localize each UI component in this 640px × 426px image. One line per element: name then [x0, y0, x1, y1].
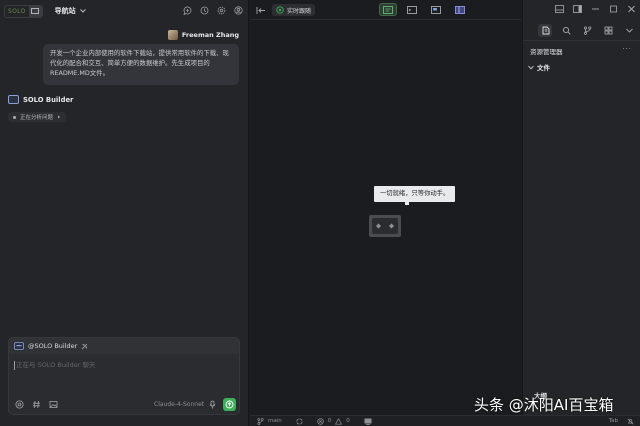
preview-panel: 实时跟随 一切就绪，只等你动手。: [250, 0, 521, 415]
more-actions-button[interactable]: ···: [622, 45, 632, 53]
error-count: 0: [327, 418, 332, 424]
watermark: 头条 @沐阳AI百宝箱: [474, 396, 614, 414]
project-title[interactable]: 导航站: [55, 6, 76, 16]
notification-panel-icon[interactable]: [364, 418, 372, 425]
collapse-sidebar-icon[interactable]: [256, 5, 266, 15]
layout-side-icon[interactable]: [573, 4, 582, 14]
status-dot-icon: [13, 115, 16, 119]
files-section-header[interactable]: 文件: [528, 62, 550, 72]
solo-builder-icon: [14, 342, 24, 350]
branch-icon: [257, 417, 264, 425]
chat-input[interactable]: 正在与 SOLO Builder 聊天: [14, 361, 234, 370]
at-mention-icon[interactable]: [15, 400, 24, 409]
chat-panel: SOLO 导航站 Freeman Zhang 开发一个企业内部使用的软件下载站，…: [0, 0, 249, 426]
status-bar: main 0 0 Tab: [250, 415, 640, 426]
tab-browser-view[interactable]: [427, 3, 445, 16]
caret-icon: [57, 115, 61, 119]
explorer-panel: 资源管理器 ··· 文件 大纲: [522, 0, 640, 415]
microphone-icon[interactable]: [208, 400, 217, 409]
model-selector[interactable]: Claude-4-Sonnet: [154, 401, 204, 408]
sync-icon[interactable]: [296, 418, 303, 425]
tooltip-tail: [405, 202, 409, 205]
divider: [523, 40, 640, 41]
solo-badge-label: SOLO: [8, 7, 26, 15]
live-follow-label: 实时跟随: [287, 7, 312, 15]
user-name: Freeman Zhang: [181, 31, 239, 39]
image-upload-icon[interactable]: [49, 400, 58, 409]
composer-tools: [15, 400, 58, 409]
chat-toolbar: SOLO 导航站: [0, 0, 249, 22]
layout-bottom-icon[interactable]: [555, 4, 564, 14]
indent-setting[interactable]: Tab: [609, 418, 618, 424]
hashtag-icon[interactable]: [32, 400, 41, 409]
chat-composer: @SOLO Builder 正在与 SOLO Builder 聊天 Claude…: [8, 337, 240, 415]
warning-count: 0: [346, 418, 350, 424]
new-chat-icon[interactable]: [182, 5, 192, 15]
tab-editor-view[interactable]: [379, 3, 397, 16]
status-text: 正在分析问题: [20, 115, 54, 121]
chat-toolbar-actions: [182, 5, 243, 15]
tab-docs-view[interactable]: [451, 3, 469, 16]
robot-icon: [368, 212, 402, 240]
target-icon: [276, 6, 284, 14]
error-icon[interactable]: [317, 417, 324, 425]
avatar: [167, 30, 178, 40]
warning-icon[interactable]: [335, 417, 343, 425]
bot-message-header: SOLO Builder: [8, 95, 73, 104]
tab-files[interactable]: [538, 24, 552, 37]
agent-settings-icon[interactable]: [81, 343, 88, 350]
agent-mention[interactable]: @SOLO Builder: [28, 342, 77, 350]
bot-name: SOLO Builder: [23, 95, 74, 104]
explorer-title: 资源管理器: [530, 48, 563, 56]
branch-name[interactable]: main: [268, 418, 282, 424]
chevron-down-icon[interactable]: [79, 9, 86, 13]
tab-search[interactable]: [559, 24, 573, 37]
user-message-header: Freeman Zhang: [167, 30, 239, 40]
view-switcher: [379, 3, 469, 16]
maximize-icon[interactable]: [609, 4, 618, 14]
analysis-status[interactable]: 正在分析问题: [8, 112, 67, 122]
solo-builder-icon: [8, 95, 19, 104]
minimize-icon[interactable]: [591, 4, 600, 14]
tab-live-follow[interactable]: 实时跟随: [272, 4, 316, 16]
panel-icon: [28, 5, 42, 17]
close-icon[interactable]: [627, 4, 636, 14]
tab-terminal-view[interactable]: [403, 3, 421, 16]
history-icon[interactable]: [199, 5, 209, 15]
window-controls: [555, 4, 636, 14]
chevron-down-icon: [528, 65, 534, 70]
files-section-label: 文件: [537, 64, 550, 72]
user-message-bubble: 开发一个企业内部使用的软件下载站，提供常用软件的下载、现代化的配合和交互、简单方…: [43, 44, 239, 85]
tab-extensions[interactable]: [601, 24, 615, 37]
explorer-tabs: [538, 24, 636, 37]
preview-toolbar: 实时跟随: [250, 0, 521, 20]
gear-icon[interactable]: [216, 5, 226, 15]
bell-off-icon[interactable]: [627, 418, 634, 425]
solo-mode-toggle[interactable]: SOLO: [4, 4, 43, 18]
send-button[interactable]: [223, 398, 236, 411]
account-icon[interactable]: [233, 5, 243, 15]
empty-state-message: 一切就绪，只等你动手。: [374, 186, 456, 202]
chat-composer-header: @SOLO Builder: [9, 338, 239, 354]
tab-source-control[interactable]: [580, 24, 594, 37]
chevron-down-icon[interactable]: [622, 24, 636, 37]
